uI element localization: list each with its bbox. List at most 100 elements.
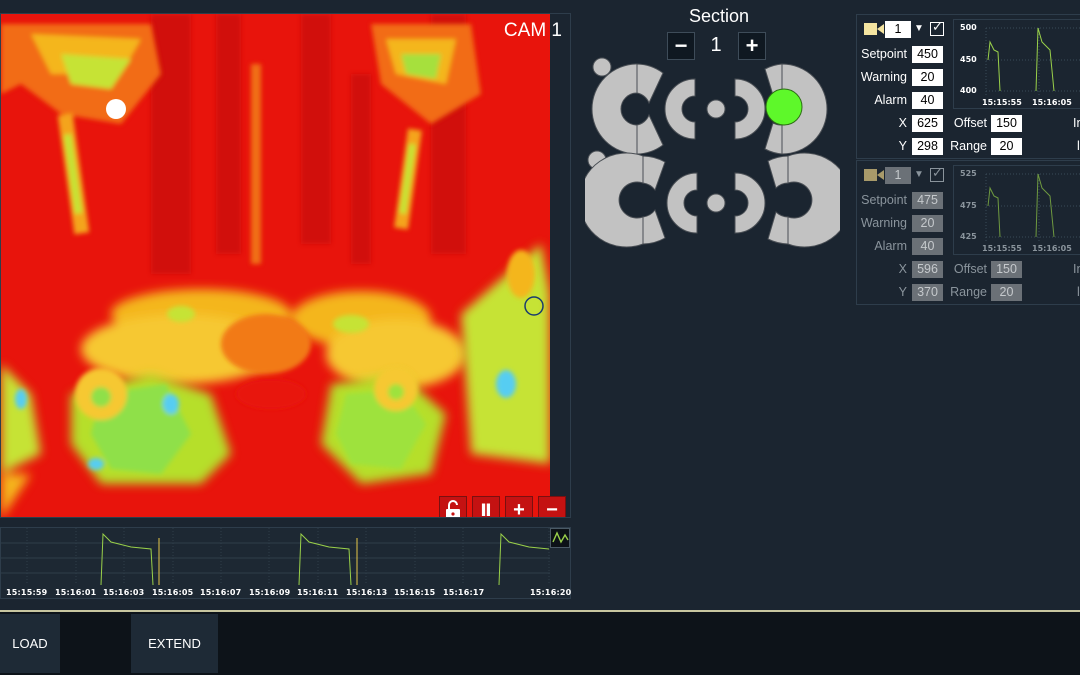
segment-right-outer[interactable] bbox=[787, 152, 840, 248]
chart-y-tick: 500 bbox=[960, 23, 977, 32]
camera-title: CAM 1 bbox=[503, 20, 562, 41]
offset-field[interactable]: 150 bbox=[991, 261, 1022, 278]
segment-center-dot[interactable] bbox=[706, 193, 726, 213]
bottom-toolbar: LOAD EXTEND bbox=[0, 610, 1080, 675]
segment-left-outer-top[interactable] bbox=[636, 63, 664, 105]
chart-x-tick: 15:15:55 bbox=[982, 244, 1022, 253]
section-dot[interactable] bbox=[592, 57, 612, 77]
camera-icon bbox=[864, 23, 884, 35]
warning-label: Warning bbox=[860, 216, 907, 230]
chart-y-tick: 425 bbox=[960, 232, 977, 241]
zoom-out-button[interactable]: − bbox=[538, 496, 566, 517]
trend-tick: 15:16:07 bbox=[200, 588, 242, 597]
chart-x-tick: 15:15:55 bbox=[982, 98, 1022, 107]
trend-tick: 15:16:15 bbox=[394, 588, 436, 597]
trend-tick: 15:16:17 bbox=[443, 588, 485, 597]
section-map bbox=[585, 57, 840, 248]
camera-panel: CAM 1 Ⅱ + − bbox=[0, 13, 571, 518]
segment-center-dot[interactable] bbox=[706, 99, 726, 119]
sensor-chart: 500 450 400 15:15:55 15:16:05 bbox=[953, 19, 1080, 109]
extend-button[interactable]: EXTEND bbox=[131, 614, 218, 673]
segment-right-outer-bottom[interactable] bbox=[767, 211, 789, 245]
setpoint-field[interactable]: 450 bbox=[912, 46, 943, 63]
alarm-field[interactable]: 40 bbox=[912, 92, 943, 109]
trend-tick: 15:16:09 bbox=[249, 588, 291, 597]
chart-y-tick: 400 bbox=[960, 86, 977, 95]
setpoint-label: Setpoint bbox=[861, 47, 907, 61]
segment-left-outer-bottom[interactable] bbox=[642, 208, 666, 245]
check-icon: ✓ bbox=[932, 19, 943, 34]
sensor-panel-1: 1 ▼ ✓ Setpoint 450 Warning 20 Alarm 40 X… bbox=[856, 14, 1080, 159]
range-label: Range bbox=[950, 285, 987, 299]
range-field[interactable]: 20 bbox=[991, 138, 1022, 155]
trend-tick: 15:15:59 bbox=[6, 588, 48, 597]
enabled-checkbox[interactable]: ✓ bbox=[930, 19, 944, 36]
x-label: X bbox=[898, 116, 907, 130]
warning-field[interactable]: 20 bbox=[912, 215, 943, 232]
offset-label: Offset bbox=[953, 262, 987, 276]
warning-field[interactable]: 20 bbox=[912, 69, 943, 86]
camera-select[interactable]: 1 bbox=[885, 21, 911, 38]
segment-center-right[interactable] bbox=[734, 78, 766, 140]
check-icon: ✓ bbox=[932, 165, 943, 180]
segment-left-outer[interactable] bbox=[591, 63, 638, 155]
truncated-label: In bbox=[1073, 262, 1080, 276]
camera-select[interactable]: 1 bbox=[885, 167, 911, 184]
truncated-label: In bbox=[1073, 116, 1080, 130]
alarm-label: Alarm bbox=[874, 93, 907, 107]
sensor-chart: 525 475 425 15:15:55 15:16:05 bbox=[953, 165, 1080, 255]
setpoint-label: Setpoint bbox=[861, 193, 907, 207]
load-button[interactable]: LOAD bbox=[0, 614, 60, 673]
section-title: Section bbox=[688, 6, 750, 26]
waveform-icon bbox=[552, 531, 569, 544]
segment-left-outer-top[interactable] bbox=[642, 155, 666, 192]
unlock-icon bbox=[446, 500, 460, 517]
chart-x-tick: 15:16:05 bbox=[1032, 244, 1072, 253]
alarm-label: Alarm bbox=[874, 239, 907, 253]
sensor-panel-2: 1 ▼ ✓ Setpoint 475 Warning 20 Alarm 40 X… bbox=[856, 160, 1080, 305]
y-field[interactable]: 370 bbox=[912, 284, 943, 301]
chevron-down-icon[interactable]: ▼ bbox=[914, 169, 924, 180]
chevron-down-icon[interactable]: ▼ bbox=[914, 23, 924, 34]
range-field[interactable]: 20 bbox=[991, 284, 1022, 301]
segment-right-outer-bottom[interactable] bbox=[764, 122, 783, 155]
chart-y-tick: 475 bbox=[960, 201, 977, 210]
section-value: 1 bbox=[710, 34, 722, 56]
x-label: X bbox=[898, 262, 907, 276]
chart-x-tick: 15:16:05 bbox=[1032, 98, 1072, 107]
chart-y-tick: 525 bbox=[960, 169, 977, 178]
thermal-image bbox=[1, 14, 550, 517]
trend-tick: 15:16:05 bbox=[152, 588, 194, 597]
lock-button[interactable] bbox=[439, 496, 467, 517]
offset-field[interactable]: 150 bbox=[991, 115, 1022, 132]
chart-y-tick: 450 bbox=[960, 55, 977, 64]
camera-icon bbox=[864, 169, 884, 181]
segment-left-outer[interactable] bbox=[585, 152, 644, 248]
segment-center-right[interactable] bbox=[734, 172, 766, 234]
warning-label: Warning bbox=[860, 70, 907, 84]
trend-tick: 15:16:03 bbox=[103, 588, 145, 597]
alarm-field[interactable]: 40 bbox=[912, 238, 943, 255]
segment-left-outer-bottom[interactable] bbox=[636, 113, 664, 155]
x-field[interactable]: 625 bbox=[912, 115, 943, 132]
range-label: Range bbox=[950, 139, 987, 153]
zoom-in-button[interactable]: + bbox=[505, 496, 533, 517]
trend-tick: 15:16:11 bbox=[297, 588, 339, 597]
trend-tick: 15:16:13 bbox=[346, 588, 388, 597]
active-segment-indicator[interactable] bbox=[765, 88, 803, 126]
offset-label: Offset bbox=[953, 116, 987, 130]
setpoint-field[interactable]: 475 bbox=[912, 192, 943, 209]
y-label: Y bbox=[898, 285, 907, 299]
trend-tick: 15:16:20 bbox=[530, 588, 572, 597]
y-label: Y bbox=[898, 139, 907, 153]
enabled-checkbox[interactable]: ✓ bbox=[930, 165, 944, 182]
y-field[interactable]: 298 bbox=[912, 138, 943, 155]
segment-center-left[interactable] bbox=[664, 78, 696, 140]
segment-center-left[interactable] bbox=[666, 172, 698, 234]
trend-toggle-button[interactable] bbox=[550, 528, 570, 548]
segment-right-outer-top[interactable] bbox=[767, 155, 789, 189]
trend-tick: 15:16:01 bbox=[55, 588, 97, 597]
x-field[interactable]: 596 bbox=[912, 261, 943, 278]
pause-button[interactable]: Ⅱ bbox=[472, 496, 500, 517]
thermal-camera-view[interactable] bbox=[1, 14, 550, 517]
